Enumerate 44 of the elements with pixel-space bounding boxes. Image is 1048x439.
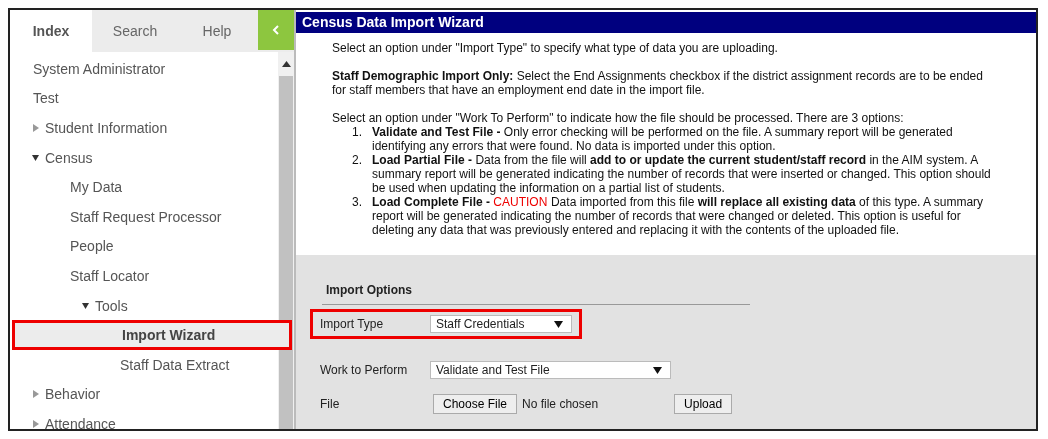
instruction-text: Staff Demographic Import Only: Select the End Assignments checkbox if the district assignment records are to be ended for staff members that have an employment end date in the import file. [332,69,984,98]
window-title: Census Data Import Wizard [296,12,1036,34]
tree-item[interactable]: My Data [10,172,278,202]
tree-item[interactable]: Import Wizard [12,320,292,350]
instruction-text: Select an option under "Work To Perform" to indicate how the file should be processed. There are 3 options: [332,111,905,126]
section-heading: Import Options [322,279,750,305]
tree-item[interactable]: Staff Data Extract [10,349,278,380]
tree-item[interactable]: Census [10,142,278,173]
expanded-caret-icon [82,301,90,310]
tree-item[interactable]: Staff Request Processor [10,201,278,232]
dropdown-arrow-icon [554,320,563,328]
sidebar-tab[interactable]: Index [10,10,92,52]
upload-button[interactable]: Upload [674,394,733,414]
list-number: 2. [352,153,363,170]
tree-item[interactable]: Staff Locator [10,261,278,291]
import-type-dropdown[interactable]: Staff Credentials [430,315,572,333]
tree-item[interactable]: Tools [10,290,278,321]
expanded-caret-icon [32,153,40,162]
tree-item[interactable]: Student Information [10,113,278,143]
field-label: Work to Perform [320,363,409,377]
file-status: No file chosen [522,397,599,411]
collapsed-caret-icon [32,124,40,132]
tree-item[interactable]: Behavior [10,379,278,410]
option-description: Validate and Test File - Only error checking will be performed on the file. A summary report will be generated identifying any errors that were found. No data is imported under this option. [372,125,954,154]
list-number: 3. [352,195,363,212]
tree-item[interactable]: System Administrator [10,54,278,84]
option-description: Load Partial File - Data from the file will add to or update the current student/staff record in the AIM system. A summary report will be generated indicating the number of records that were inserted or changed. This option should be used when updating the information on a partial list of students. [372,153,992,196]
tree-item[interactable]: Test [10,83,278,114]
list-number: 1. [352,125,363,142]
dropdown-arrow-icon [653,366,662,374]
tree-item[interactable]: People [10,231,278,262]
tree-item[interactable]: Attendance [10,409,278,429]
choose-file-button[interactable]: Choose File [433,394,518,414]
scroll-up-icon[interactable] [281,61,291,67]
collapsed-caret-icon [32,390,40,399]
instruction-text: Select an option under "Import Type" to specify what type of data you are uploading. [332,41,779,56]
scrollbar-thumb[interactable] [279,76,293,429]
scrollbar[interactable] [278,52,294,429]
collapsed-caret-icon [32,419,40,428]
field-label: Import Type [320,317,385,331]
field-label: File [320,397,341,411]
option-description: Load Complete File - CAUTION Data imported from this file will replace all existing data of this type. A summary report will be generated indicating the number of records that were changed or deleted. This option is useful for deleting any data that was previously entered and replacing it with the contents of the uploaded file. [372,195,985,238]
chevron-left-icon [272,25,280,35]
work-dropdown[interactable]: Validate and Test File [430,361,671,379]
